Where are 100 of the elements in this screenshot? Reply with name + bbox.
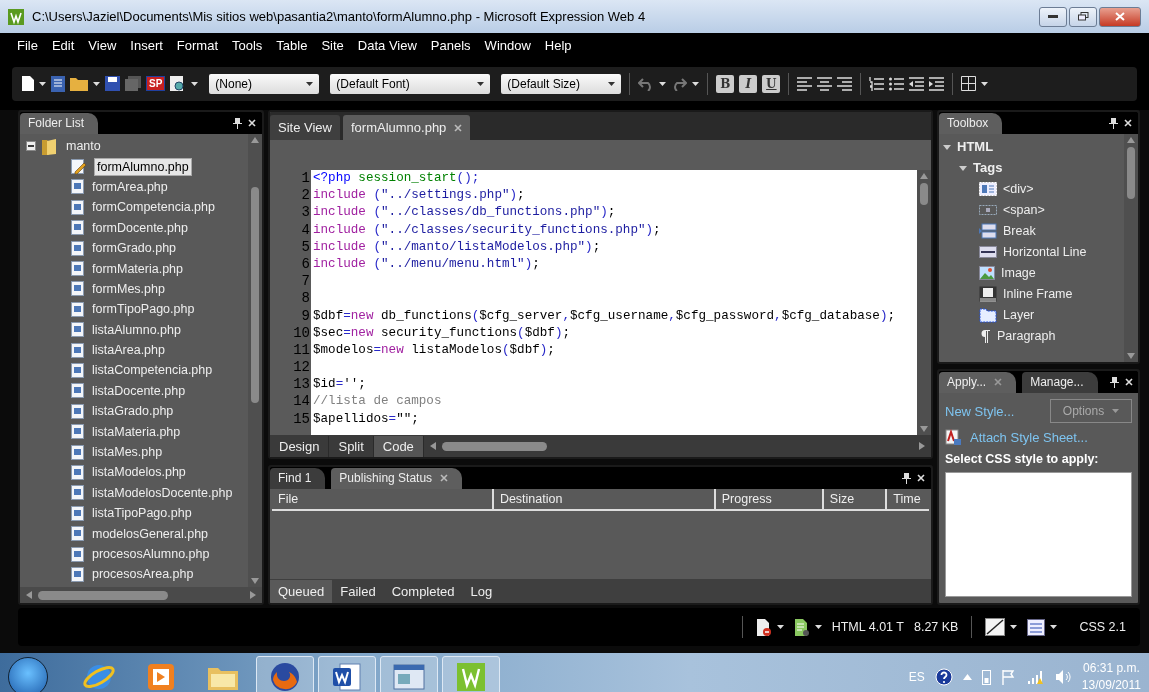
menu-item[interactable]: Format: [169, 37, 225, 53]
caret-icon[interactable]: [477, 81, 485, 86]
close-icon[interactable]: [917, 474, 925, 482]
scroll-thumb[interactable]: [251, 187, 259, 403]
toolbox-item[interactable]: <span>: [1003, 202, 1045, 217]
attach-style-sheet-link[interactable]: Attach Style Sheet...: [970, 430, 1088, 445]
file-item[interactable]: listaGrado.php: [90, 403, 176, 420]
outdent-icon[interactable]: [909, 76, 925, 91]
code-area[interactable]: [311, 170, 917, 435]
file-item[interactable]: procesosAlumno.php: [90, 546, 212, 562]
caret-icon[interactable]: [1050, 625, 1058, 629]
scroll-up-arrow-icon[interactable]: [920, 173, 928, 179]
indent-icon[interactable]: [929, 76, 945, 91]
caret-icon[interactable]: [191, 81, 199, 86]
redo-icon[interactable]: [671, 76, 688, 91]
column-header[interactable]: Progress: [713, 489, 822, 509]
align-center-icon[interactable]: [817, 76, 833, 91]
scroll-down-arrow-icon[interactable]: [251, 578, 259, 584]
save-icon[interactable]: [105, 76, 120, 91]
folder-icon[interactable]: [70, 76, 88, 91]
taskbar-button[interactable]: [256, 655, 314, 692]
document-tab[interactable]: Site View: [270, 115, 340, 140]
help-icon[interactable]: [934, 667, 953, 686]
book-icon[interactable]: [51, 75, 65, 92]
view-tab[interactable]: Design: [270, 435, 330, 457]
filter-tab[interactable]: Queued: [270, 579, 333, 603]
file-item[interactable]: listaAlumno.php: [90, 321, 183, 338]
numbered-list-icon[interactable]: [869, 76, 885, 91]
file-item[interactable]: modelosGeneral.php: [90, 525, 211, 542]
schema-icon[interactable]: [1027, 618, 1046, 636]
column-header[interactable]: File: [272, 489, 492, 509]
close-button[interactable]: [1099, 6, 1141, 27]
dropdown[interactable]: (Default Size): [501, 73, 622, 94]
file-item[interactable]: formMes.php: [90, 280, 167, 297]
file-item[interactable]: listaMes.php: [90, 444, 165, 461]
align-left-icon[interactable]: [797, 76, 813, 91]
scroll-right-arrow-icon[interactable]: [919, 442, 925, 450]
pin-icon[interactable]: [1109, 376, 1119, 388]
toolbox-item[interactable]: Image: [1001, 265, 1036, 280]
dropdown[interactable]: (Default Font): [330, 73, 491, 94]
panel-tab[interactable]: Apply...: [939, 372, 1017, 393]
format-button[interactable]: I: [739, 74, 758, 93]
column-header[interactable]: Size: [821, 489, 886, 509]
minus-box-icon[interactable]: [26, 141, 36, 152]
new-page-icon[interactable]: [22, 76, 34, 91]
caret-icon[interactable]: [692, 81, 700, 86]
css-level-label[interactable]: CSS 2.1: [1079, 620, 1126, 634]
toolbox-item[interactable]: Inline Frame: [1003, 286, 1073, 301]
menu-item[interactable]: Data View: [350, 37, 424, 53]
toolbox-item[interactable]: Horizontal Line: [1003, 244, 1087, 259]
menu-item[interactable]: Edit: [44, 37, 82, 53]
scroll-left-arrow-icon[interactable]: [26, 591, 32, 599]
toolbox-item[interactable]: Layer: [1003, 307, 1035, 322]
filter-tab[interactable]: Failed: [332, 579, 384, 603]
menu-item[interactable]: Insert: [123, 37, 170, 53]
scroll-thumb[interactable]: [441, 441, 547, 451]
menu-item[interactable]: File: [10, 37, 45, 53]
sharepoint-button[interactable]: SP: [146, 76, 166, 91]
preview-icon[interactable]: [170, 75, 187, 92]
scrollbar[interactable]: [1124, 134, 1138, 362]
caret-icon[interactable]: [608, 81, 616, 86]
menu-item[interactable]: Window: [477, 37, 538, 53]
document-tab[interactable]: formAlumno.php: [342, 115, 471, 140]
scroll-left-arrow-icon[interactable]: [429, 442, 436, 450]
disks-icon[interactable]: [125, 76, 141, 91]
bullet-list-icon[interactable]: [889, 76, 905, 91]
folder-name[interactable]: manto: [64, 138, 103, 155]
scroll-up-arrow-icon[interactable]: [251, 137, 259, 143]
new-style-link[interactable]: New Style...: [945, 403, 1015, 419]
menu-item[interactable]: Table: [269, 37, 315, 53]
file-item[interactable]: listaTipoPago.php: [90, 505, 194, 522]
expanded-arrow-icon[interactable]: [959, 163, 967, 172]
menu-item[interactable]: Site: [314, 37, 351, 53]
scroll-up-arrow-icon[interactable]: [1127, 137, 1135, 143]
file-item[interactable]: formMateria.php: [90, 260, 185, 277]
page-error-icon[interactable]: [755, 618, 772, 636]
panel-tab[interactable]: Publishing Status: [331, 468, 463, 489]
file-item[interactable]: procesosArea.php: [90, 566, 196, 583]
filter-tab[interactable]: Completed: [383, 579, 463, 603]
file-item[interactable]: formCompetencia.php: [90, 199, 217, 216]
taskbar-button[interactable]: [318, 655, 376, 692]
toolbox-group[interactable]: HTML: [957, 139, 994, 154]
scrollbar[interactable]: [917, 170, 931, 435]
close-icon[interactable]: [1124, 378, 1133, 386]
file-item[interactable]: formGrado.php: [90, 240, 179, 257]
dropdown[interactable]: (None): [209, 73, 320, 94]
scrollbar[interactable]: [248, 134, 262, 587]
toolbox-item[interactable]: Paragraph: [997, 328, 1056, 343]
format-button[interactable]: U: [762, 74, 781, 93]
start-button[interactable]: [8, 656, 48, 692]
restore-button[interactable]: [1069, 6, 1097, 27]
column-header[interactable]: Time: [885, 489, 929, 509]
doctype-label[interactable]: HTML 4.01 T: [831, 620, 904, 634]
close-icon[interactable]: [248, 119, 256, 127]
tab-close-icon[interactable]: [454, 123, 463, 132]
view-tab[interactable]: Split: [329, 435, 374, 457]
caret-icon[interactable]: [306, 81, 314, 86]
taskbar-button[interactable]: [380, 655, 438, 692]
close-icon[interactable]: [1124, 119, 1132, 127]
file-item[interactable]: listaModelos.php: [90, 464, 188, 481]
